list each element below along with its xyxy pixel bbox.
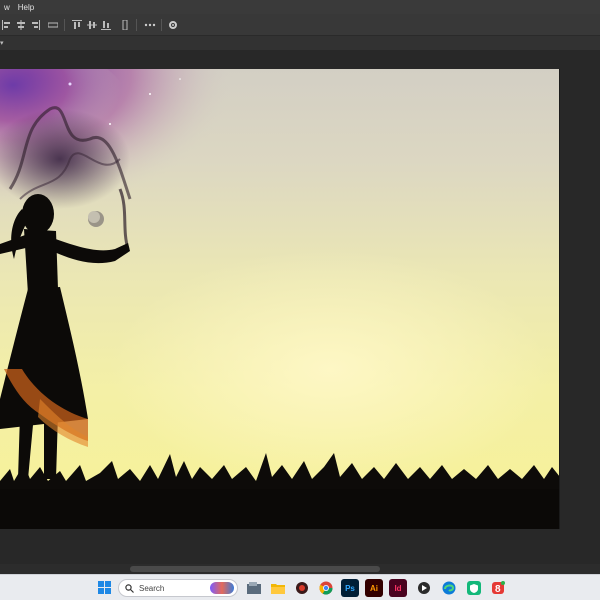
- align-left-icon[interactable]: [2, 19, 12, 31]
- menu-bar: w Help: [0, 0, 600, 14]
- app-red-icon[interactable]: [293, 579, 311, 597]
- shield-app-icon[interactable]: [465, 579, 483, 597]
- align-bottom-icon[interactable]: [101, 19, 111, 31]
- search-icon: [125, 583, 134, 593]
- canvas-artwork: [0, 69, 559, 529]
- document-tab-menu[interactable]: ▾: [0, 39, 4, 47]
- scrollbar-thumb[interactable]: [130, 566, 380, 572]
- toolbar-separator: [161, 19, 162, 31]
- document-canvas[interactable]: [0, 69, 560, 529]
- search-placeholder: Search: [139, 583, 165, 593]
- distribute-icon[interactable]: [48, 19, 58, 31]
- align-top-icon[interactable]: [72, 19, 82, 31]
- indesign-icon[interactable]: Id: [389, 579, 407, 597]
- horizontal-scrollbar[interactable]: [0, 564, 600, 574]
- file-explorer-icon[interactable]: [245, 579, 263, 597]
- search-highlight-image: [210, 582, 234, 594]
- toolbar-separator: [136, 19, 137, 31]
- menu-item-help[interactable]: Help: [14, 3, 38, 12]
- chrome-icon[interactable]: [317, 579, 335, 597]
- media-player-icon[interactable]: [415, 579, 433, 597]
- svg-text:8: 8: [495, 584, 501, 595]
- more-icon[interactable]: [144, 19, 156, 31]
- document-tab-bar: ▾: [0, 36, 600, 50]
- align-middle-icon[interactable]: [87, 19, 97, 31]
- align-center-icon[interactable]: [16, 19, 26, 31]
- align-right-icon[interactable]: [30, 19, 40, 31]
- illustrator-icon[interactable]: Ai: [365, 579, 383, 597]
- settings-icon[interactable]: [168, 19, 178, 31]
- toolbar-separator: [64, 19, 65, 31]
- folder-icon[interactable]: [269, 579, 287, 597]
- taskbar-search[interactable]: Search: [118, 579, 238, 597]
- windows-start-icon[interactable]: [96, 579, 114, 597]
- notification-app-icon[interactable]: 8: [489, 579, 507, 597]
- edge-icon[interactable]: [440, 579, 458, 597]
- options-bar: [0, 14, 600, 36]
- menu-item-window[interactable]: w: [0, 3, 14, 12]
- distribute-vertical-icon[interactable]: [120, 19, 130, 31]
- photoshop-icon[interactable]: Ps: [341, 579, 359, 597]
- taskbar: Search Ps Ai Id 8: [0, 574, 600, 600]
